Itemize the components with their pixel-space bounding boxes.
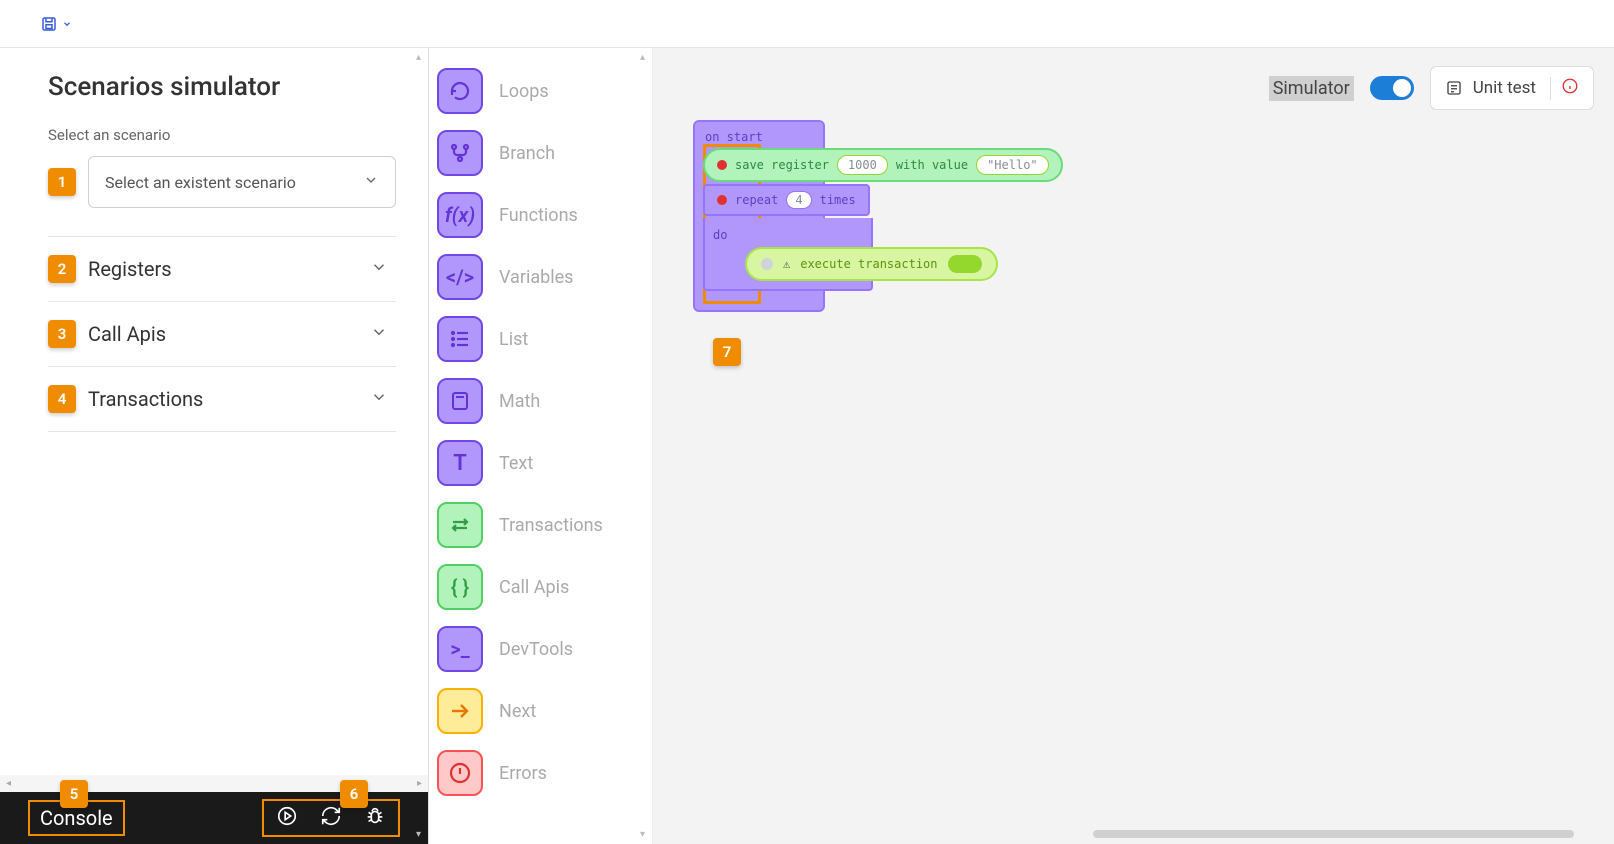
toolbox-label: Call Apis — [499, 577, 569, 598]
fx-icon: f(x) — [437, 192, 483, 238]
value-pill[interactable]: 1000 — [837, 155, 888, 175]
list-icon — [437, 316, 483, 362]
on-start-label: on start — [705, 130, 763, 144]
bottom-badges-row: 5 6 — [0, 780, 428, 808]
badge-7: 7 — [713, 338, 741, 366]
do-label: do — [713, 228, 727, 242]
accordion-registers[interactable]: 2 Registers — [48, 236, 396, 301]
canvas[interactable]: Simulator Unit test on start save regist… — [653, 48, 1614, 844]
toolbox-item-errors[interactable]: Errors — [437, 742, 644, 804]
sidebar-scrollbar[interactable] — [414, 48, 428, 844]
toolbox-item-variables[interactable]: </> Variables — [437, 246, 644, 308]
call-icon: { } — [437, 564, 483, 610]
simulator-toggle[interactable] — [1370, 76, 1414, 100]
dev-icon: >_ — [437, 626, 483, 672]
scenario-select[interactable]: Select an existent scenario — [88, 156, 396, 208]
toolbox-scrollbar[interactable] — [638, 48, 652, 844]
accordion-label: Transactions — [88, 387, 358, 411]
toolbox-label: Variables — [499, 267, 573, 288]
sidebar: Scenarios simulator Select an scenario 1… — [0, 48, 429, 844]
unit-test-label: Unit test — [1473, 78, 1536, 98]
toolbox-label: Functions — [499, 205, 578, 226]
accordion-transactions[interactable]: 4 Transactions — [48, 366, 396, 432]
block-save-register[interactable]: save register 1000 with value "Hello" — [703, 148, 1063, 182]
badge-5: 5 — [60, 780, 88, 808]
top-toolbar — [0, 0, 1614, 48]
play-icon[interactable] — [276, 805, 298, 831]
toolbox-item-list[interactable]: List — [437, 308, 644, 370]
toolbox-label: List — [499, 329, 528, 350]
toolbox-item-transactions[interactable]: Transactions — [437, 494, 644, 556]
chevron-down-icon — [370, 388, 388, 410]
toolbox-label: DevTools — [499, 639, 573, 660]
value-pill[interactable]: 4 — [786, 191, 811, 209]
toolbox-label: Next — [499, 701, 536, 722]
bug-icon[interactable] — [364, 805, 386, 831]
toolbox-item-math[interactable]: Math — [437, 370, 644, 432]
select-label: Select an scenario — [48, 126, 396, 144]
save-icon[interactable] — [40, 15, 72, 33]
empty-slot[interactable] — [948, 255, 982, 273]
block-execute-transaction[interactable]: ⚠ execute transaction — [745, 247, 998, 281]
list-icon — [1445, 79, 1463, 97]
warning-icon: ⚠ — [783, 257, 790, 271]
toolbox-label: Branch — [499, 143, 555, 164]
text: execute transaction — [800, 257, 937, 271]
accordion-callapis[interactable]: 3 Call Apis — [48, 301, 396, 366]
toolbox-item-next[interactable]: Next — [437, 680, 644, 742]
scenario-select-placeholder: Select an existent scenario — [105, 173, 296, 192]
toolbox-item-loops[interactable]: Loops — [437, 60, 644, 122]
math-icon — [437, 378, 483, 424]
sidebar-title: Scenarios simulator — [48, 72, 396, 102]
toolbox-item-branch[interactable]: Branch — [437, 122, 644, 184]
simulator-label: Simulator — [1269, 76, 1354, 101]
info-icon[interactable] — [1550, 77, 1579, 100]
badge-4: 4 — [48, 385, 76, 413]
text-icon: T — [437, 440, 483, 486]
accordion-label: Call Apis — [88, 322, 358, 346]
toolbox-label: Math — [499, 391, 540, 412]
trans-icon — [437, 502, 483, 548]
canvas-hscroll[interactable] — [1093, 830, 1574, 838]
badge-6: 6 — [340, 780, 368, 808]
text: save register — [735, 158, 829, 172]
canvas-header: Simulator Unit test — [653, 48, 1614, 128]
text: repeat — [735, 193, 778, 207]
toolbox-item-text[interactable]: T Text — [437, 432, 644, 494]
value-pill[interactable]: "Hello" — [976, 155, 1049, 175]
block-toolbox: Loops Branch f(x) Functions </> Variables List… — [429, 48, 653, 844]
accordion-label: Registers — [88, 257, 358, 281]
breakpoint-dot[interactable] — [717, 195, 727, 205]
chevron-down-icon — [370, 323, 388, 345]
branch-icon — [437, 130, 483, 176]
toolbox-label: Errors — [499, 763, 547, 784]
breakpoint-dot-off[interactable] — [761, 258, 773, 270]
text: with value — [896, 158, 968, 172]
toolbox-label: Transactions — [499, 515, 603, 536]
unit-test-button[interactable]: Unit test — [1430, 66, 1594, 110]
breakpoint-dot[interactable] — [717, 160, 727, 170]
toolbox-item-functions[interactable]: f(x) Functions — [437, 184, 644, 246]
toolbox-item-call-apis[interactable]: { } Call Apis — [437, 556, 644, 618]
badge-1: 1 — [48, 168, 76, 196]
block-repeat[interactable]: repeat 4 times — [703, 184, 870, 216]
toolbox-label: Text — [499, 453, 533, 474]
refresh-icon[interactable] — [320, 805, 342, 831]
vars-icon: </> — [437, 254, 483, 300]
inner-blocks: save register 1000 with value "Hello" re… — [703, 148, 1063, 291]
badge-3: 3 — [48, 320, 76, 348]
next-icon — [437, 688, 483, 734]
text: times — [820, 193, 856, 207]
toolbox-item-devtools[interactable]: >_ DevTools — [437, 618, 644, 680]
loops-icon — [437, 68, 483, 114]
badge-2: 2 — [48, 255, 76, 283]
chevron-down-icon — [363, 172, 379, 192]
err-icon — [437, 750, 483, 796]
chevron-down-icon — [370, 258, 388, 280]
toolbox-label: Loops — [499, 81, 549, 102]
